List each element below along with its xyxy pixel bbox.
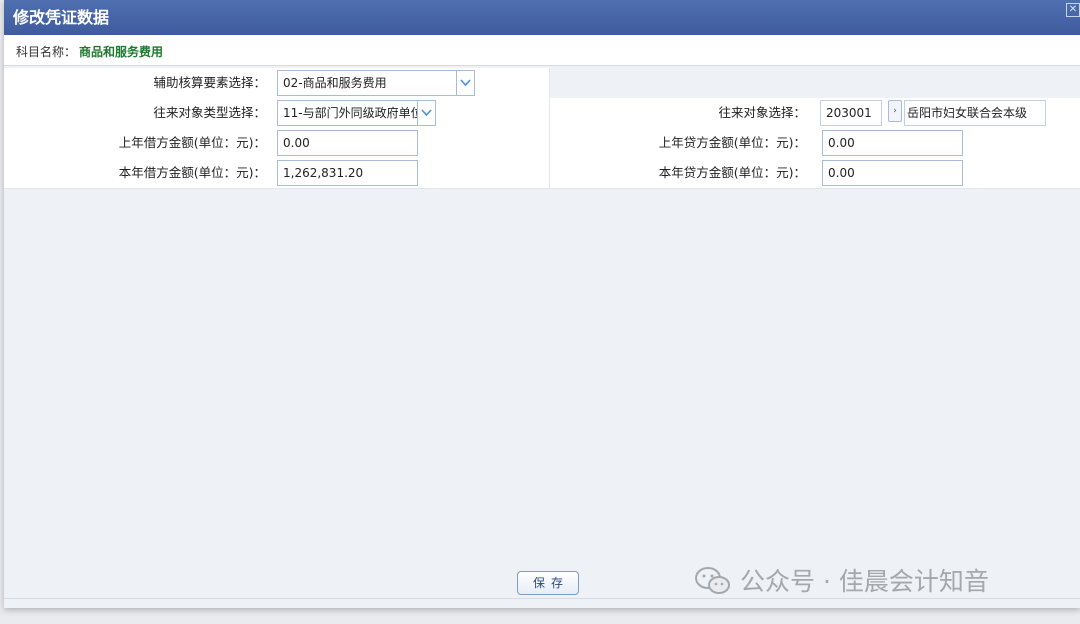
counterparty-label: 往来对象选择： xyxy=(718,105,806,120)
form-cell: 本年贷方金额(单位：元)： 0.00 xyxy=(550,158,1080,188)
curr-credit-label: 本年贷方金额(单位：元)： xyxy=(658,165,806,180)
picker-icon[interactable]: › xyxy=(888,100,902,122)
form-row-prev-year: 上年借方金额(单位：元)： 0.00 上年贷方金额(单位：元)： 0.00 xyxy=(4,128,1080,159)
voucher-form: 辅助核算要素选择： 02-商品和服务费用 往来对象类型选择： 11-与部门外同级… xyxy=(4,68,1080,190)
subject-label: 科目名称： xyxy=(16,45,77,59)
dialog-title: 修改凭证数据 xyxy=(13,8,110,27)
prev-credit-input[interactable]: 0.00 xyxy=(822,130,963,156)
edit-voucher-dialog: 修改凭证数据 ✕ 科目名称： 商品和服务费用 辅助核算要素选择： 02-商品和服… xyxy=(4,0,1080,608)
subject-value: 商品和服务费用 xyxy=(79,45,164,59)
counterparty-type-label: 往来对象类型选择： xyxy=(153,105,266,120)
prev-debit-label: 上年借方金额(单位：元)： xyxy=(118,135,266,150)
form-row-curr-year: 本年借方金额(单位：元)： 1,262,831.20 本年贷方金额(单位：元)：… xyxy=(4,158,1080,189)
counterparty-code-input[interactable]: 203001 xyxy=(820,100,882,126)
form-cell: 辅助核算要素选择： 02-商品和服务费用 xyxy=(4,68,550,98)
prev-debit-input[interactable]: 0.00 xyxy=(277,130,418,156)
footer-divider xyxy=(4,598,1080,599)
counterparty-name-input[interactable]: 岳阳市妇女联合会本级 xyxy=(904,100,1046,126)
form-cell: 上年贷方金额(单位：元)： 0.00 xyxy=(550,128,1080,158)
wechat-icon xyxy=(695,567,730,594)
close-icon[interactable]: ✕ xyxy=(1066,3,1080,17)
subject-bar: 科目名称： 商品和服务费用 xyxy=(4,35,1080,66)
save-button[interactable]: 保存 xyxy=(517,571,579,595)
form-row-aux: 辅助核算要素选择： 02-商品和服务费用 xyxy=(4,68,1080,98)
curr-debit-label: 本年借方金额(单位：元)： xyxy=(118,165,266,180)
form-cell-empty xyxy=(550,68,1080,98)
form-cell: 上年借方金额(单位：元)： 0.00 xyxy=(4,128,550,158)
form-cell: 往来对象选择： 203001 › 岳阳市妇女联合会本级 xyxy=(550,98,1080,128)
form-row-counterparty: 往来对象类型选择： 11-与部门外同级政府单位 往来对象选择： 203001 ›… xyxy=(4,98,1080,129)
form-cell: 往来对象类型选择： 11-与部门外同级政府单位 xyxy=(4,98,550,128)
chevron-down-icon[interactable] xyxy=(418,100,436,126)
aux-element-label: 辅助核算要素选择： xyxy=(153,75,266,90)
curr-credit-input[interactable]: 0.00 xyxy=(822,160,963,186)
watermark-text: 公众号 · 佳晨会计知音 xyxy=(740,567,989,596)
aux-element-select[interactable]: 02-商品和服务费用 xyxy=(277,70,457,96)
chevron-down-icon[interactable] xyxy=(457,70,475,96)
dialog-titlebar: 修改凭证数据 ✕ xyxy=(4,0,1080,35)
counterparty-type-select[interactable]: 11-与部门外同级政府单位 xyxy=(277,100,418,126)
form-cell: 本年借方金额(单位：元)： 1,262,831.20 xyxy=(4,158,550,188)
curr-debit-input[interactable]: 1,262,831.20 xyxy=(277,160,418,186)
prev-credit-label: 上年贷方金额(单位：元)： xyxy=(658,135,806,150)
